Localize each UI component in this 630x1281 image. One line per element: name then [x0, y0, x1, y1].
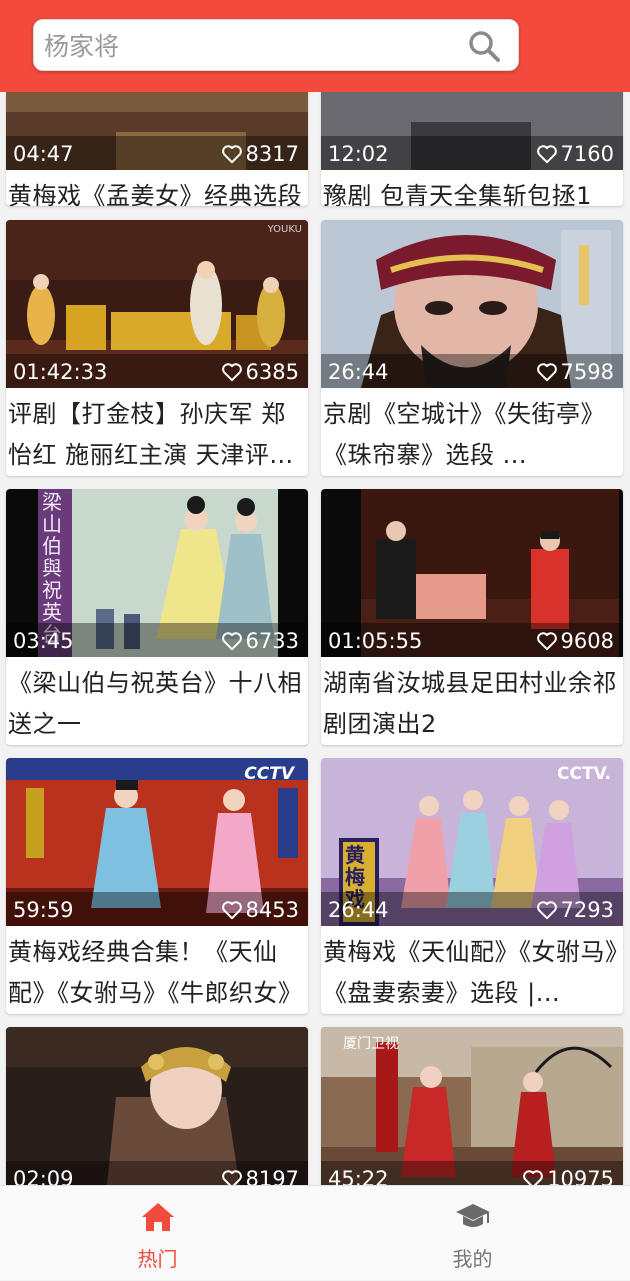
video-title: 评剧【打金枝】孙庆军 郑怡红 施丽红主演 天津评剧院: [8, 400, 294, 469]
video-card[interactable]: 01:05:55 9608 湖南省汝城县足田村业余祁剧团演出2: [321, 489, 623, 745]
video-card[interactable]: YOUKU 01:42:33 6385 评剧【打金枝】孙庆军 郑怡红 施丽红主演…: [6, 220, 308, 476]
video-duration: 03:45: [13, 629, 74, 653]
heart-icon: [221, 145, 242, 164]
like-count: 8197: [221, 1167, 299, 1185]
like-count: 7293: [536, 898, 614, 922]
video-card[interactable]: CCTV 59:59 8453 黄梅戏经典合集！《天仙配》《女驸马》《牛郎织女》: [6, 758, 308, 1014]
heart-icon: [221, 632, 242, 651]
video-thumbnail[interactable]: 01:05:55 9608: [321, 489, 623, 657]
video-title: 豫剧 包青天全集斩包拯1: [323, 182, 592, 206]
video-title: 黄梅戏经典合集！《天仙配》《女驸马》《牛郎织女》: [8, 938, 303, 1007]
heart-icon: [536, 363, 557, 382]
channel-logo: CCTV.: [557, 764, 611, 784]
like-count: 6733: [221, 629, 299, 653]
video-card[interactable]: 黄梅戏 CCTV. 26:44 7293 黄梅戏《天仙配》《女驸马》《盘妻索妻》…: [321, 758, 623, 1014]
channel-logo: 厦门卫视: [343, 1036, 399, 1052]
like-count: 9608: [536, 629, 614, 653]
video-duration: 01:42:33: [13, 360, 108, 384]
video-thumbnail[interactable]: CCTV 59:59 8453: [6, 758, 308, 926]
video-thumbnail[interactable]: YOUKU 01:42:33 6385: [6, 220, 308, 388]
video-card[interactable]: 04:47 8317 黄梅戏《孟姜女》经典选段: [6, 92, 308, 206]
video-thumbnail[interactable]: 厦门卫视 45:22 10975: [321, 1027, 623, 1185]
video-duration: 26:44: [328, 360, 389, 384]
like-count: 7160: [536, 142, 614, 166]
like-count: 10975: [522, 1167, 614, 1185]
video-card[interactable]: 02:09 8197: [6, 1027, 308, 1185]
video-title: 《梁山伯与祝英台》十八相送之一: [8, 669, 302, 738]
video-duration: 12:02: [328, 142, 389, 166]
tab-mine[interactable]: 我的: [315, 1186, 630, 1281]
home-icon: [141, 1203, 174, 1231]
bottom-tab-bar: 热门 我的: [0, 1185, 630, 1280]
like-count: 8453: [221, 898, 299, 922]
heart-icon: [536, 145, 557, 164]
heart-icon: [523, 1170, 544, 1185]
thumbnail-caption: 梁山伯與祝英台: [42, 490, 62, 646]
video-duration: 01:05:55: [328, 629, 423, 653]
video-card[interactable]: 12:02 7160 豫剧 包青天全集斩包拯1: [321, 92, 623, 206]
search-input[interactable]: [44, 26, 454, 66]
video-thumbnail[interactable]: 02:09 8197: [6, 1027, 308, 1185]
video-duration: 26:44: [328, 898, 389, 922]
video-title: 湖南省汝城县足田村业余祁剧团演出2: [323, 669, 617, 738]
heart-icon: [221, 901, 242, 920]
like-count: 7598: [536, 360, 614, 384]
top-app-bar: [0, 0, 630, 92]
tab-label: 热门: [137, 1247, 178, 1271]
graduation-cap-icon: [455, 1204, 490, 1227]
video-thumbnail[interactable]: 12:02 7160: [321, 92, 623, 170]
video-duration: 59:59: [13, 898, 74, 922]
heart-icon: [536, 632, 557, 651]
channel-logo: CCTV: [244, 764, 294, 784]
search-icon[interactable]: [466, 28, 502, 64]
video-thumbnail[interactable]: 梁山伯與祝英台 03:45 6733: [6, 489, 308, 657]
video-card[interactable]: 26:44 7598 京剧《空城计》《失街亭》《珠帘寨》选段 ...: [321, 220, 623, 476]
video-duration: 04:47: [13, 142, 74, 166]
video-thumbnail[interactable]: 26:44 7598: [321, 220, 623, 388]
video-thumbnail[interactable]: 04:47 8317: [6, 92, 308, 170]
like-count: 8317: [221, 142, 299, 166]
video-title: 黄梅戏《孟姜女》经典选段: [8, 182, 302, 206]
heart-icon: [221, 363, 242, 382]
tab-label: 我的: [452, 1247, 493, 1271]
like-count: 6385: [221, 360, 299, 384]
video-title: 京剧《空城计》《失街亭》《珠帘寨》选段 ...: [323, 400, 605, 469]
video-feed[interactable]: 04:47 8317 黄梅戏《孟姜女》经典选段 12:02 7160 豫剧 包青…: [0, 92, 630, 1185]
video-title: 黄梅戏《天仙配》《女驸马》《盘妻索妻》选段 |...: [323, 938, 618, 1007]
video-duration: 02:09: [13, 1167, 74, 1185]
tab-hot[interactable]: 热门: [0, 1186, 315, 1281]
video-duration: 45:22: [328, 1167, 389, 1185]
video-card[interactable]: 厦门卫视 45:22 10975: [321, 1027, 623, 1185]
video-card[interactable]: 梁山伯與祝英台 03:45 6733 《梁山伯与祝英台》十八相送之一: [6, 489, 308, 745]
watermark: YOUKU: [267, 224, 302, 235]
heart-icon: [221, 1170, 242, 1185]
video-thumbnail[interactable]: 黄梅戏 CCTV. 26:44 7293: [321, 758, 623, 926]
search-bar[interactable]: [33, 19, 519, 71]
heart-icon: [536, 901, 557, 920]
